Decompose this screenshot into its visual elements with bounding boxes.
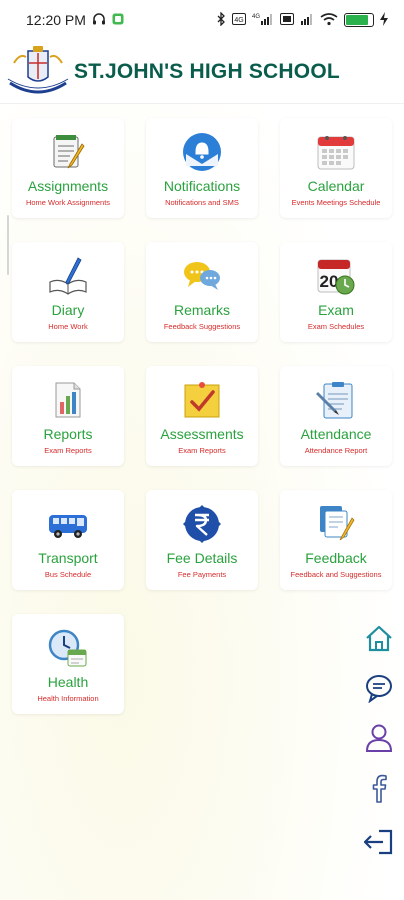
facebook-icon xyxy=(369,773,389,808)
chat-bubbles-icon xyxy=(182,256,222,296)
status-bar: 12:20 PM 4G 4G xyxy=(0,0,404,40)
chat-button[interactable] xyxy=(358,670,400,710)
tile-title: Fee Details xyxy=(166,550,238,566)
tile-subtitle: Exam Reports xyxy=(44,446,92,455)
volte-icon-2 xyxy=(280,12,294,28)
signal-icon: 4G xyxy=(252,12,274,29)
tile-fee-details[interactable]: Fee Details Fee Payments xyxy=(146,490,258,590)
bluetooth-icon xyxy=(216,10,226,29)
school-name: ST.JOHN'S HIGH SCHOOL xyxy=(74,59,340,83)
tile-feedback[interactable]: Feedback Feedback and Suggestions xyxy=(280,490,392,590)
tile-subtitle: Home Work xyxy=(48,322,88,331)
tile-title: Feedback xyxy=(305,550,367,566)
tile-title: Attendance xyxy=(300,426,372,442)
tile-subtitle: Feedback Suggestions xyxy=(163,322,241,331)
status-time: 12:20 PM xyxy=(26,12,86,28)
calendar-clock-icon: 20 xyxy=(316,256,356,296)
tile-title: Reports xyxy=(43,426,93,442)
logout-button[interactable] xyxy=(358,824,400,864)
headphones-icon xyxy=(92,12,106,29)
tile-title: Health xyxy=(47,674,89,690)
tile-subtitle: Exam Schedules xyxy=(307,322,365,331)
tile-subtitle: Fee Payments xyxy=(177,570,227,579)
clock-calendar-icon xyxy=(48,628,88,668)
home-button[interactable] xyxy=(358,620,400,660)
charging-icon xyxy=(380,11,388,29)
tile-title: Assessments xyxy=(160,426,244,442)
app-header: ST.JOHN'S HIGH SCHOOL xyxy=(0,40,404,104)
tile-reports[interactable]: Reports Exam Reports xyxy=(12,366,124,466)
tile-health[interactable]: Health Health Information xyxy=(12,614,124,714)
volte-icon: 4G xyxy=(232,12,246,28)
bell-envelope-icon xyxy=(182,132,222,172)
tile-title: Calendar xyxy=(307,178,365,194)
tile-assessments[interactable]: Assessments Exam Reports xyxy=(146,366,258,466)
clipboard-icon xyxy=(316,380,356,420)
documents-pencil-icon xyxy=(316,504,356,544)
tile-diary[interactable]: Diary Home Work xyxy=(12,242,124,342)
tile-exam[interactable]: 20 Exam Exam Schedules xyxy=(280,242,392,342)
svg-text:20: 20 xyxy=(320,272,339,291)
tile-remarks[interactable]: Remarks Feedback Suggestions xyxy=(146,242,258,342)
calendar-icon xyxy=(316,132,356,172)
tile-title: Notifications xyxy=(163,178,241,194)
tile-subtitle: Feedback and Suggestions xyxy=(290,570,382,579)
tile-title: Diary xyxy=(51,302,85,318)
tile-subtitle: Health Information xyxy=(37,694,99,703)
tile-subtitle: Notifications and SMS xyxy=(165,198,239,207)
tile-title: Transport xyxy=(38,550,98,566)
tile-subtitle: Events Meetings Schedule xyxy=(291,198,381,207)
signal-icon-2 xyxy=(300,12,314,29)
tile-subtitle: Bus Schedule xyxy=(44,570,92,579)
tile-title: Exam xyxy=(318,302,354,318)
school-crest-icon xyxy=(4,43,72,101)
facebook-button[interactable] xyxy=(358,770,400,810)
tile-transport[interactable]: Transport Bus Schedule xyxy=(12,490,124,590)
network-label: 4G xyxy=(252,14,260,20)
notepad-pencil-icon xyxy=(48,132,88,172)
tile-title: Remarks xyxy=(173,302,230,318)
profile-button[interactable] xyxy=(358,720,400,760)
user-icon xyxy=(364,723,394,758)
logout-icon xyxy=(363,827,395,862)
bus-icon xyxy=(48,504,88,544)
tile-calendar[interactable]: Calendar Events Meetings Schedule xyxy=(280,118,392,218)
bar-chart-document-icon xyxy=(48,380,88,420)
tile-assignments[interactable]: Assignments Home Work Assignments xyxy=(12,118,124,218)
svg-text:4G: 4G xyxy=(234,17,243,24)
app-notification-icon xyxy=(112,12,124,28)
chat-icon xyxy=(364,673,394,708)
home-icon xyxy=(364,624,394,657)
tile-subtitle: Exam Reports xyxy=(178,446,226,455)
tile-subtitle: Home Work Assignments xyxy=(25,198,111,207)
scroll-indicator xyxy=(7,215,9,275)
battery-icon xyxy=(344,13,374,27)
tile-attendance[interactable]: Attendance Attendance Report xyxy=(280,366,392,466)
tile-title: Assignments xyxy=(27,178,109,194)
rupee-icon xyxy=(182,504,222,544)
checkmark-note-icon xyxy=(182,380,222,420)
wifi-icon xyxy=(320,12,338,29)
tile-subtitle: Attendance Report xyxy=(304,446,368,455)
open-book-pen-icon xyxy=(48,256,88,296)
tile-notifications[interactable]: Notifications Notifications and SMS xyxy=(146,118,258,218)
